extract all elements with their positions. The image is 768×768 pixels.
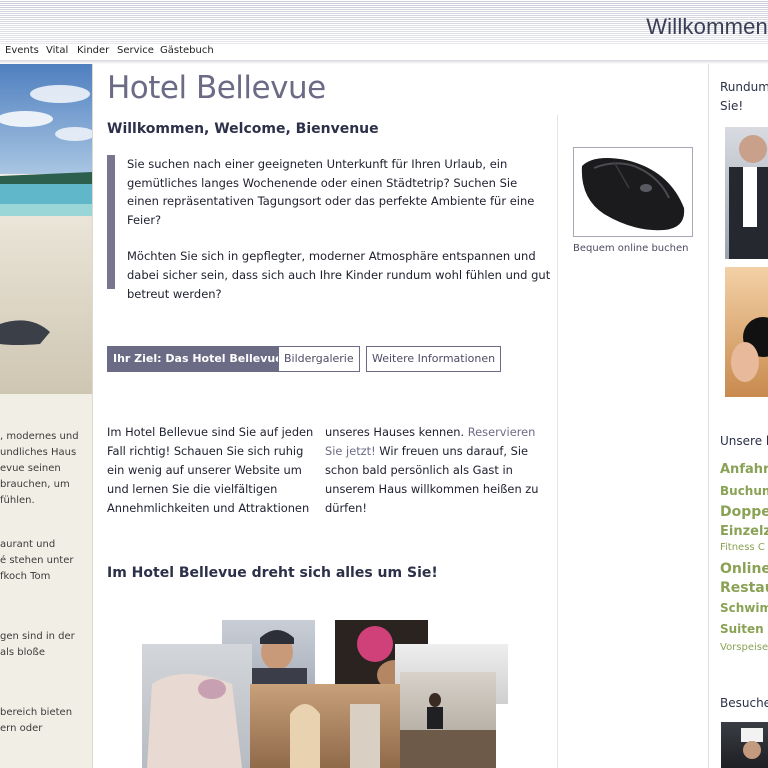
right-heading-3: Besuche [720,696,768,710]
tag-link[interactable]: Suiten T [720,622,768,636]
left-text-block-3: gen sind in der als bloße [0,629,92,661]
body-text-line: Im Hotel Bellevue sind Sie auf jeden [107,425,314,439]
body-text-line: ein wenig auf unserer Website um [107,463,302,477]
body-text-line: unseres Hauses kennen. Reservieren [325,423,545,442]
nav-item-service[interactable]: Service [117,45,154,56]
nav-shadow [0,60,768,64]
left-text-line: fkoch Tom [0,571,51,582]
left-text-block-2: aurant und é stehen unter fkoch Tom [0,537,92,585]
tag-link[interactable]: Anfahrt [720,462,768,477]
left-text-block-1: , modernes und undliches Haus evue seine… [0,429,92,509]
tag-link[interactable]: Vorspeise [720,642,768,653]
left-text-line: bereich bieten [0,707,73,718]
computer-mouse-icon [581,158,685,231]
left-text-line: gen sind in der [0,631,75,642]
left-text-line: aurant und [0,539,56,550]
body-text: unseres Hauses kennen. [325,425,465,439]
tab-weitere-informationen[interactable]: Weitere Informationen [366,346,502,372]
photo-arch [250,684,400,768]
left-sidebar [0,64,93,768]
tag-link[interactable]: Restau [720,580,768,596]
tag-link[interactable]: Doppel [720,504,768,520]
body-column-1: Im Hotel Bellevue sind Sie auf jeden Fal… [107,423,317,518]
body-text-line: unserem Haus willkommen heißen zu [325,482,539,496]
body-text-line: dürfen! [325,501,367,515]
nav-item-vital[interactable]: Vital [46,45,68,56]
reserve-link[interactable]: Reservieren [468,425,536,439]
intro-paragraph-1: Sie suchen nach einer geeigneten Unterku… [127,157,535,227]
left-text-line: fühlen. [0,495,35,506]
photo-camera [725,267,768,397]
beach-photo [0,64,92,394]
online-booking-ad[interactable] [573,147,693,237]
right-heading-line: Sie! [720,99,744,113]
main-navigation: Events Vital Kinder Service Gästebuch [0,44,768,61]
welcome-subtitle: Willkommen, Welcome, Bienvenue [107,121,379,137]
welcome-heading: Willkommen [646,14,768,39]
right-heading-2: Unsere l [720,434,768,448]
photo-chef [721,722,768,768]
page-title: Hotel Bellevue [107,70,326,106]
nav-item-events[interactable]: Events [5,45,39,56]
left-text-line: é stehen unter [0,555,74,566]
photo-waiter [725,127,768,259]
body-text-line: und lernen Sie die vielfältigen [107,482,278,496]
body-text-line: Sie jetzt! Wir freuen uns darauf, Sie [325,442,545,461]
left-text-line: ern oder [0,723,43,734]
reserve-link-cont[interactable]: Sie jetzt! [325,444,376,458]
body-column-2: unseres Hauses kennen. Reservieren Sie j… [325,423,545,518]
body-text-line: Annehmlichkeiten und Attraktionen [107,501,310,515]
intro-quote: Sie suchen nach einer geeigneten Unterku… [107,155,551,301]
right-sidebar: Rundum Sie! Unsere l Anfahrt Buchung Dop… [708,64,768,768]
left-text-line: , modernes und [0,431,79,442]
body-text-line: Fall richtig! Schauen Sie sich ruhig [107,444,304,458]
nav-item-kinder[interactable]: Kinder [77,45,109,56]
tag-link[interactable]: Einzelzi [720,524,768,539]
body-text: Wir freuen uns darauf, Sie [375,444,529,458]
right-heading-line: Rundum [720,80,768,94]
photo-bathrobe [142,644,252,768]
column-divider [557,115,558,768]
online-booking-caption[interactable]: Bequem online buchen [573,243,688,254]
left-text-line: als bloße [0,647,45,658]
body-text-line: schon bald persönlich als Gast in [325,463,513,477]
tab-hotel-bellevue[interactable]: Ihr Ziel: Das Hotel Bellevue [107,346,289,372]
nav-item-gaestebuch[interactable]: Gästebuch [160,45,214,56]
left-text-block-4: bereich bieten ern oder [0,705,92,737]
tag-link[interactable]: Schwimm [720,601,768,615]
tag-link[interactable]: Fitness C [720,542,765,553]
photo-meeting [400,672,496,768]
intro-paragraph-2: Möchten Sie sich in gepflegter, moderner… [127,249,551,301]
right-heading-1: Rundum Sie! [720,78,768,116]
tag-link[interactable]: Online- [720,561,768,577]
left-text-line: undliches Haus [0,447,77,458]
tag-link[interactable]: Buchung [720,484,768,498]
left-text-line: brauchen, um [0,479,70,490]
section-heading: Im Hotel Bellevue dreht sich alles um Si… [107,565,438,581]
left-text-line: evue seinen [0,463,61,474]
tab-bildergalerie[interactable]: Bildergalerie [278,346,360,372]
